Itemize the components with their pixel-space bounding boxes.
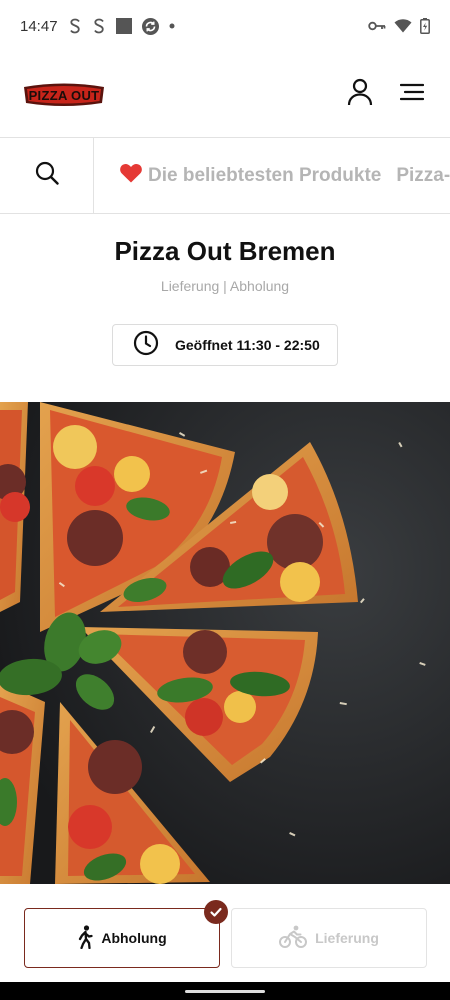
category-label: Pizza-A: [396, 164, 450, 186]
svg-text:PIZZA OUT: PIZZA OUT: [29, 88, 100, 103]
search-icon: [35, 161, 59, 190]
delivery-label: Lieferung: [315, 930, 379, 946]
hamburger-menu-icon: [399, 83, 425, 106]
hero-pizza-image: [0, 402, 450, 884]
battery-charging-icon: [420, 18, 430, 34]
system-navigation-bar: [0, 982, 450, 1000]
menu-button[interactable]: [396, 79, 428, 111]
app-header: PIZZA OUT: [0, 52, 450, 138]
square-app-icon: [115, 18, 132, 34]
notification-s-icon: [92, 18, 106, 34]
category-item-pizza[interactable]: Pizza-A: [396, 165, 450, 187]
status-time: 14:47: [20, 17, 58, 35]
store-name: Pizza Out Bremen: [114, 236, 336, 266]
wifi-icon: [394, 19, 412, 33]
walking-person-icon: [77, 924, 93, 952]
notification-s-icon: [68, 18, 82, 34]
category-bar: Die beliebtesten Produkte Pizza-A: [0, 138, 450, 214]
pickup-button[interactable]: Abholung: [24, 900, 228, 968]
status-bar: 14:47: [0, 0, 450, 52]
category-label: Die beliebtesten Produkte: [148, 164, 382, 186]
checkmark-icon: [204, 900, 228, 924]
home-indicator[interactable]: [185, 990, 265, 993]
pizza-out-logo[interactable]: PIZZA OUT: [22, 81, 106, 109]
opening-hours-text: Geöffnet 11:30 - 22:50: [175, 337, 320, 353]
account-button[interactable]: [344, 78, 376, 111]
category-item-popular[interactable]: Die beliebtesten Produkte: [120, 163, 381, 189]
heart-icon: [120, 163, 142, 189]
person-icon: [347, 78, 373, 111]
delivery-button[interactable]: Lieferung: [231, 908, 427, 968]
category-list: Die beliebtesten Produkte Pizza-A: [94, 163, 450, 189]
dot-icon: [169, 23, 175, 29]
order-mode-bar: Abholung Lieferung: [0, 884, 450, 982]
vpn-key-icon: [368, 21, 386, 31]
opening-hours-badge[interactable]: Geöffnet 11:30 - 22:50: [112, 324, 338, 366]
store-services: Lieferung | Abholung: [160, 278, 290, 294]
bicycle-rider-icon: [279, 925, 308, 952]
pickup-label: Abholung: [101, 930, 167, 946]
sync-app-icon: [141, 17, 159, 35]
category-search-button[interactable]: [0, 138, 94, 213]
clock-icon: [133, 330, 159, 361]
